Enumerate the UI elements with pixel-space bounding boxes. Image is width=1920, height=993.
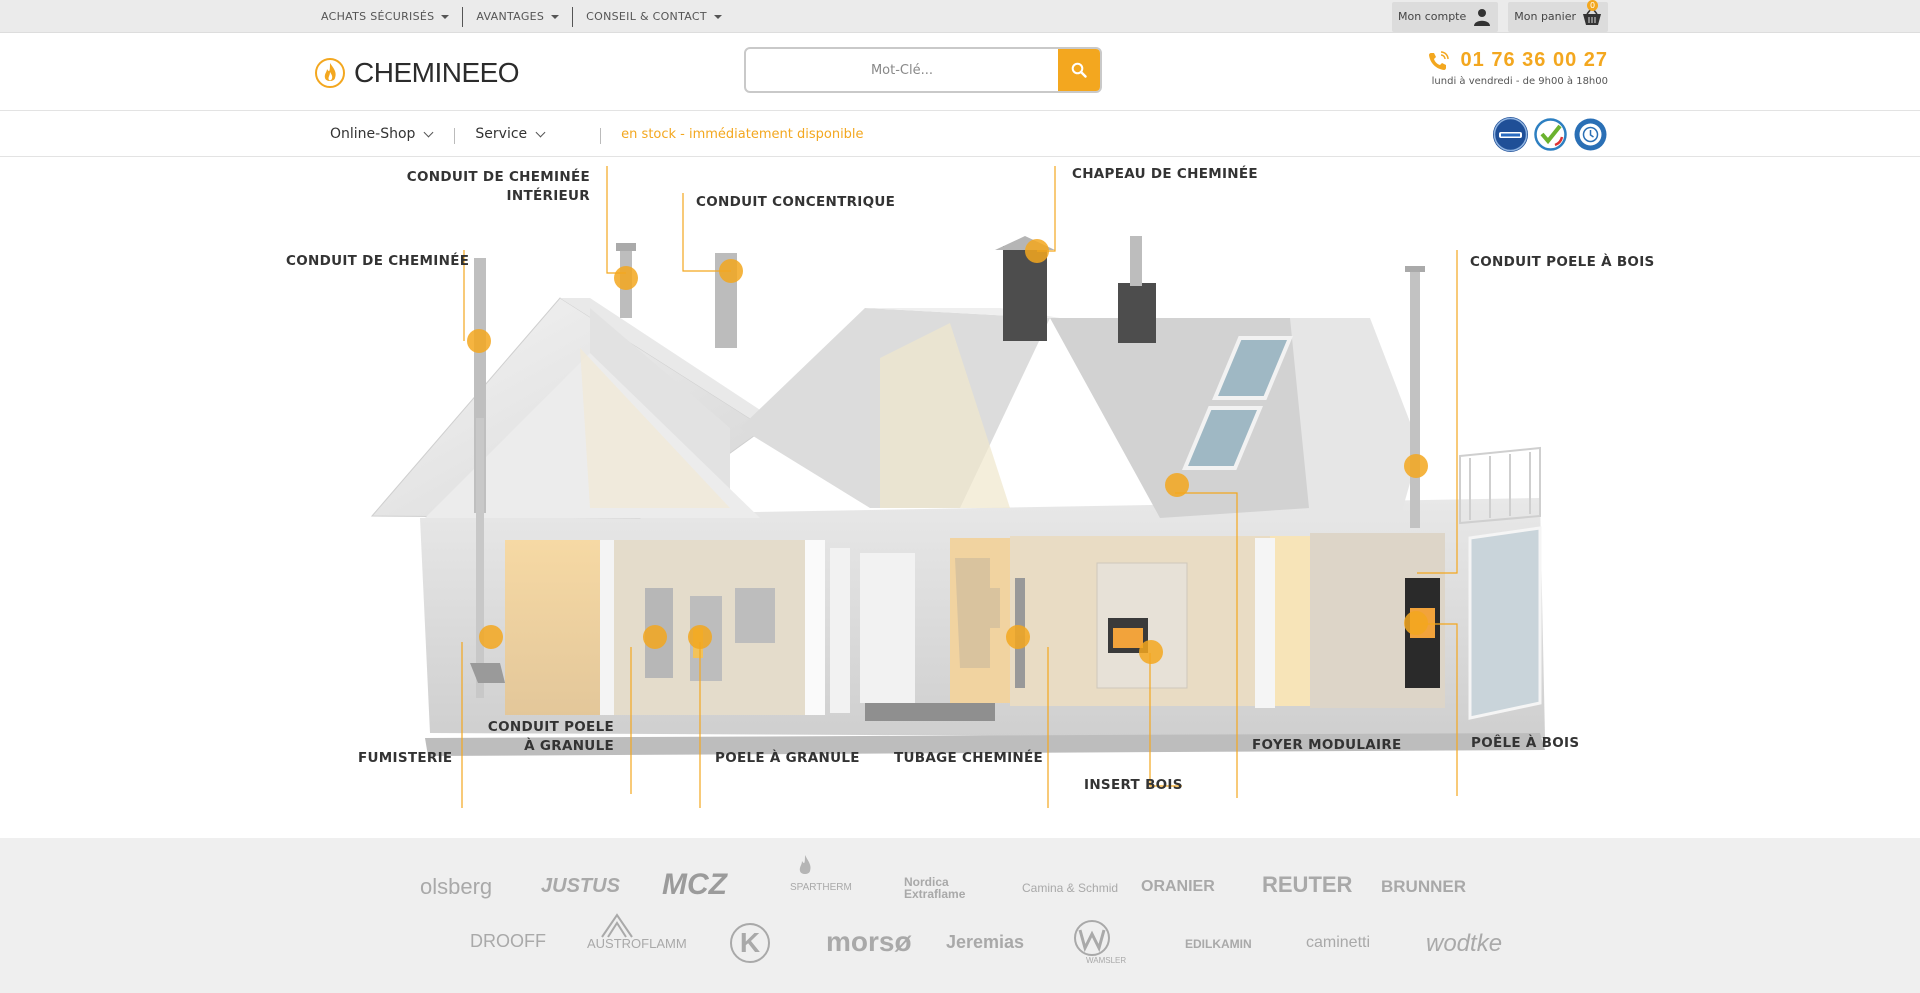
cart-label: Mon panier bbox=[1514, 10, 1576, 23]
label-line: À GRANULE bbox=[524, 738, 614, 754]
cart-count-badge: 0 bbox=[1587, 0, 1598, 11]
search-icon bbox=[1071, 62, 1087, 78]
nav-divider bbox=[454, 128, 456, 144]
label-poele-granule[interactable]: POELE À GRANULE bbox=[715, 749, 860, 768]
brand-logo-spartherm[interactable]: SPARTHERM bbox=[790, 882, 852, 893]
chevron-down-icon bbox=[423, 127, 434, 137]
label-insert-bois[interactable]: INSERT BOIS bbox=[1084, 776, 1183, 795]
label-line: CONDUIT POELE bbox=[487, 719, 614, 735]
top-nav: ACHATS SÉCURISÉS AVANTAGES CONSEIL & CON… bbox=[312, 0, 735, 33]
brand-logo-morso[interactable]: morsø bbox=[826, 926, 912, 958]
brand-logo-reuter[interactable]: REUTER bbox=[1262, 872, 1352, 898]
logo-text: CHEMINEEO bbox=[354, 57, 520, 88]
user-icon bbox=[1474, 8, 1491, 26]
phone-icon bbox=[1428, 50, 1449, 70]
stock-notice: en stock - immédiatement disponible bbox=[621, 126, 864, 142]
nav-online-shop[interactable]: Online-Shop bbox=[330, 126, 434, 142]
nav-label: Online-Shop bbox=[330, 126, 416, 142]
nav-label: Service bbox=[475, 126, 528, 142]
search-button[interactable] bbox=[1058, 49, 1100, 91]
austroflamm-peak-icon bbox=[601, 913, 633, 938]
caret-down-icon bbox=[441, 14, 450, 19]
top-nav-label: ACHATS SÉCURISÉS bbox=[321, 10, 435, 23]
label-conduit-cheminee-interieur[interactable]: CONDUIT DE CHEMINÉE INTÉRIEUR bbox=[392, 168, 590, 206]
brand-logo-justus[interactable]: JUSTUS bbox=[541, 875, 620, 898]
top-utility-bar: ACHATS SÉCURISÉS AVANTAGES CONSEIL & CON… bbox=[0, 0, 1920, 33]
nav-service[interactable]: Service bbox=[475, 126, 546, 142]
brand-logos-strip: olsberg JUSTUS MCZ SPARTHERM Nordica Ext… bbox=[0, 838, 1920, 993]
flame-logo-icon bbox=[315, 58, 345, 88]
top-nav-avantages[interactable]: AVANTAGES bbox=[462, 6, 572, 27]
caret-down-icon bbox=[713, 14, 722, 19]
phone-contact: 01 76 36 00 27 lundi à vendredi - de 9h0… bbox=[1427, 49, 1608, 87]
label-line: CONDUIT DE CHEMINÉE bbox=[406, 169, 590, 185]
brand-logo-wodtke[interactable]: wodtke bbox=[1426, 930, 1502, 958]
search-bar bbox=[744, 47, 1102, 93]
top-nav-label: CONSEIL & CONTACT bbox=[586, 10, 707, 23]
nav-divider bbox=[600, 128, 602, 144]
phone-number[interactable]: 01 76 36 00 27 bbox=[1461, 49, 1608, 72]
trust-badges bbox=[1493, 117, 1608, 152]
brand-logo-brunner[interactable]: BRUNNER bbox=[1381, 877, 1466, 897]
cart-button[interactable]: Mon panier 0 bbox=[1508, 0, 1608, 32]
trusted-badge-icon[interactable] bbox=[1573, 117, 1608, 152]
caret-down-icon bbox=[551, 14, 560, 19]
house-illustration-section: CONDUIT DE CHEMINÉE INTÉRIEUR CONDUIT CO… bbox=[0, 158, 1920, 838]
account-label: Mon compte bbox=[1398, 10, 1467, 23]
label-conduit-concentrique[interactable]: CONDUIT CONCENTRIQUE bbox=[696, 193, 895, 212]
label-conduit-poele-granule[interactable]: CONDUIT POELE À GRANULE bbox=[476, 718, 614, 756]
label-poele-bois[interactable]: POÊLE À BOIS bbox=[1471, 734, 1579, 753]
brand-logo-edilkamin[interactable]: EDILKAMIN bbox=[1185, 937, 1252, 951]
brand-logo-k[interactable]: K bbox=[730, 923, 770, 963]
site-header: CHEMINEEO 01 76 36 00 27 lundi à vendred… bbox=[0, 33, 1920, 111]
spartherm-flame-icon bbox=[799, 855, 811, 874]
brand-logo-mcz[interactable]: MCZ bbox=[662, 868, 727, 902]
top-nav-achats-securises[interactable]: ACHATS SÉCURISÉS bbox=[312, 7, 462, 27]
label-fumisterie[interactable]: FUMISTERIE bbox=[358, 749, 452, 768]
account-button[interactable]: Mon compte bbox=[1392, 1, 1499, 32]
idealo-badge-icon[interactable] bbox=[1493, 117, 1528, 152]
brand-logo-camina-schmid[interactable]: Camina & Schmid bbox=[1022, 881, 1118, 895]
check-badge-icon[interactable] bbox=[1533, 117, 1568, 152]
label-conduit-cheminee[interactable]: CONDUIT DE CHEMINÉE bbox=[286, 252, 469, 271]
brand-logo-oranier[interactable]: ORANIER bbox=[1141, 878, 1215, 896]
label-tubage-cheminee[interactable]: TUBAGE CHEMINÉE bbox=[894, 749, 1043, 768]
brand-logo-olsberg[interactable]: olsberg bbox=[420, 874, 492, 900]
wamsler-w-icon bbox=[1074, 920, 1110, 956]
search-input[interactable] bbox=[746, 49, 1058, 91]
brand-logo-drooff[interactable]: DROOFF bbox=[470, 931, 546, 952]
main-nav: Online-Shop Service en stock - immédiate… bbox=[0, 111, 1920, 157]
brand-logo-nordica-extraflame[interactable]: Nordica Extraflame bbox=[904, 876, 982, 900]
label-chapeau-cheminee[interactable]: CHAPEAU DE CHEMINÉE bbox=[1072, 165, 1258, 184]
label-conduit-poele-bois[interactable]: CONDUIT POELE À BOIS bbox=[1470, 253, 1655, 272]
chevron-down-icon bbox=[535, 127, 546, 137]
site-logo[interactable]: CHEMINEEO bbox=[314, 57, 520, 89]
phone-hours: lundi à vendredi - de 9h00 à 18h00 bbox=[1431, 76, 1608, 87]
label-foyer-modulaire[interactable]: FOYER MODULAIRE bbox=[1252, 736, 1402, 755]
top-nav-label: AVANTAGES bbox=[476, 10, 545, 23]
label-line: INTÉRIEUR bbox=[506, 188, 590, 204]
brand-logo-jeremias[interactable]: Jeremias bbox=[946, 932, 1024, 953]
brand-logo-caminetti[interactable]: caminetti bbox=[1306, 934, 1370, 952]
account-cart-group: Mon compte Mon panier 0 bbox=[1392, 0, 1608, 33]
top-nav-conseil-contact[interactable]: CONSEIL & CONTACT bbox=[572, 6, 735, 27]
